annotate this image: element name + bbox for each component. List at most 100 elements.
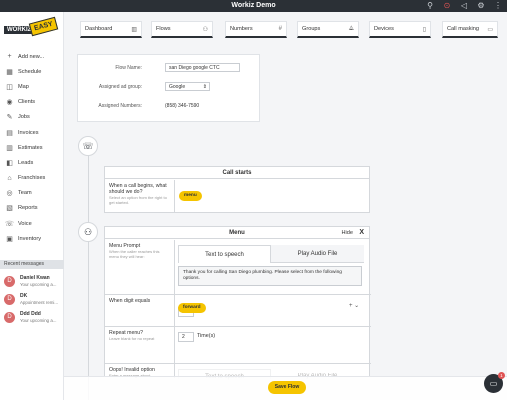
invoice-icon: ▤ [6, 129, 13, 137]
menu-prompt-hint: When the caller reaches this menu they w… [109, 249, 160, 259]
tab-label: Call masking [447, 26, 480, 32]
search-icon[interactable]: ⚲ [425, 1, 435, 11]
topbar-icons: ⚲ ⊙ ◁ ⚙ ⋮ [425, 1, 503, 11]
hash-icon: # [278, 26, 282, 32]
sidebar-item-label: Reports [18, 205, 38, 212]
flow-name-input[interactable]: san Diego google CTC [165, 63, 240, 72]
sidebar-item-team[interactable]: ◎ Team [0, 186, 64, 201]
message-item[interactable]: D DK Appointment remi... [4, 292, 64, 306]
sidebar-item-label: Team [18, 190, 32, 197]
device-icon: ▯ [422, 26, 426, 33]
message-item[interactable]: D Daniel Kwan Your upcoming a... [4, 274, 64, 288]
sidebar-item-label: Franchises [18, 175, 46, 182]
ad-group-value: Google [169, 84, 186, 90]
sidebar-item-label: Add new... [18, 53, 45, 60]
sidebar-item-franchises[interactable]: ⌂ Franchises [0, 171, 64, 186]
add-option-icon[interactable]: + ⌄ [349, 302, 359, 309]
sidebar-item-label: Schedule [18, 68, 42, 75]
ad-group-label: Assigned ad group: [98, 84, 142, 90]
leads-icon: ◧ [6, 159, 13, 167]
sidebar-item-inventory[interactable]: ▣ Inventory [0, 231, 64, 246]
settings-icon[interactable]: ⚙ [476, 1, 486, 11]
clients-icon: ◉ [6, 99, 13, 107]
message-preview: Your upcoming a... [20, 318, 57, 323]
call-starts-hint: Select an option from the right to get s… [109, 195, 167, 205]
sidebar-item-invoices[interactable]: ▤ Invoices [0, 125, 64, 140]
message-item[interactable]: D Ddd Ddd Your upcoming a... [4, 310, 64, 324]
sidebar-item-add-new[interactable]: + Add new... [0, 49, 64, 64]
tab-devices[interactable]: Devices ▯ [369, 21, 431, 38]
workiz-logo[interactable]: WORKIZ EASY [4, 16, 59, 37]
mask-icon: ▭ [487, 26, 493, 33]
ad-group-select[interactable]: Google ⇕ [165, 82, 210, 91]
repeat-cell: Repeat menu? Leave blank for no repeat [105, 327, 175, 363]
map-icon: ◫ [6, 83, 13, 91]
repeat-unit-label: Time(s) [197, 333, 216, 339]
save-flow-button[interactable]: Save Flow [268, 381, 306, 394]
sidebar-item-voice[interactable]: ☏ Voice [0, 216, 64, 231]
sidebar-item-jobs[interactable]: ✎ Jobs [0, 110, 64, 125]
sidebar-item-label: Leads [18, 159, 34, 166]
inventory-icon: ▣ [6, 235, 13, 243]
dashboard-icon: ▥ [131, 26, 137, 33]
menu-action-button[interactable]: menu [179, 191, 202, 201]
assigned-numbers-label: Assigned Numbers: [98, 103, 142, 109]
sidebar-item-label: Invoices [18, 129, 39, 136]
logo-badge: EASY [28, 16, 59, 37]
alert-icon[interactable]: ⊙ [442, 1, 452, 11]
avatar: D [4, 294, 15, 305]
tab-dashboard[interactable]: Dashboard ▥ [80, 21, 142, 38]
tab-label: Dashboard [85, 26, 113, 32]
digit-label: When digit equals [109, 298, 151, 304]
sidebar-item-map[interactable]: ◫ Map [0, 79, 64, 94]
message-preview: Appointment remi... [20, 300, 59, 305]
digit-cell: When digit equals [105, 295, 175, 327]
team-icon: ◎ [6, 190, 13, 198]
forward-action-button[interactable]: forward [178, 303, 206, 313]
more-icon[interactable]: ⋮ [493, 1, 503, 11]
sidebar-item-label: Voice [18, 220, 32, 227]
flows-icon: ⚇ [202, 26, 208, 33]
phone-icon: ☏ [5, 220, 14, 228]
jobs-icon: ✎ [6, 114, 13, 122]
message-sender: DK [20, 293, 28, 299]
chat-button[interactable]: ▭ 1 [484, 372, 505, 393]
menu-panel-header: Menu Hide X [105, 227, 369, 239]
tab-label: Groups [302, 26, 321, 32]
sidebar-item-leads[interactable]: ◧ Leads [0, 155, 64, 170]
top-bar: Workiz Demo ⚲ ⊙ ◁ ⚙ ⋮ [0, 0, 507, 12]
repeat-input[interactable]: 2 [178, 332, 194, 342]
assigned-numbers-value: (858) 346-7590 [165, 103, 200, 109]
message-sender: Ddd Ddd [20, 311, 41, 317]
sidebar-item-estimates[interactable]: ▥ Estimates [0, 140, 64, 155]
sidebar-item-schedule[interactable]: ▦ Schedule [0, 64, 64, 79]
groups-icon: ⟁ [348, 25, 354, 32]
call-starts-title: Call starts [105, 167, 369, 179]
tab-call-masking[interactable]: Call masking ▭ [442, 21, 498, 38]
tab-numbers[interactable]: Numbers # [225, 21, 287, 38]
recent-messages-header: Recent messages [0, 260, 64, 269]
message-preview: Your upcoming a... [20, 282, 57, 287]
tab-play-audio-file[interactable]: Play Audio File [271, 245, 364, 263]
megaphone-icon[interactable]: ◁ [459, 1, 469, 11]
phone-icon: ☏ [78, 136, 98, 156]
flow-timeline [88, 152, 89, 400]
call-starts-question-cell: When a call begins, what should we do? S… [105, 180, 175, 213]
repeat-hint: Leave blank for no repeat [109, 336, 155, 341]
menu-prompt-textarea[interactable]: Thank you for calling San Diego plumbing… [178, 266, 362, 286]
plus-icon: + [7, 53, 12, 61]
sidebar-item-label: Jobs [18, 114, 30, 121]
tab-text-to-speech[interactable]: Text to speech [178, 245, 271, 263]
tab-groups[interactable]: Groups ⟁ [297, 21, 359, 38]
sidebar-item-reports[interactable]: ▧ Reports [0, 201, 64, 216]
flow-details-card: Flow Name: san Diego google CTC Assigned… [77, 54, 260, 122]
tab-label: Numbers [230, 26, 253, 32]
hide-button[interactable]: Hide [341, 227, 353, 239]
estimate-icon: ▥ [6, 144, 13, 152]
close-icon[interactable]: X [359, 227, 364, 239]
call-starts-panel: Call starts When a call begins, what sho… [104, 166, 370, 213]
sidebar-item-clients[interactable]: ◉ Clients [0, 95, 64, 110]
chat-badge: 1 [498, 372, 505, 379]
tab-flows[interactable]: Flows ⚇ [151, 21, 213, 38]
sidebar-item-label: Estimates [18, 144, 43, 151]
